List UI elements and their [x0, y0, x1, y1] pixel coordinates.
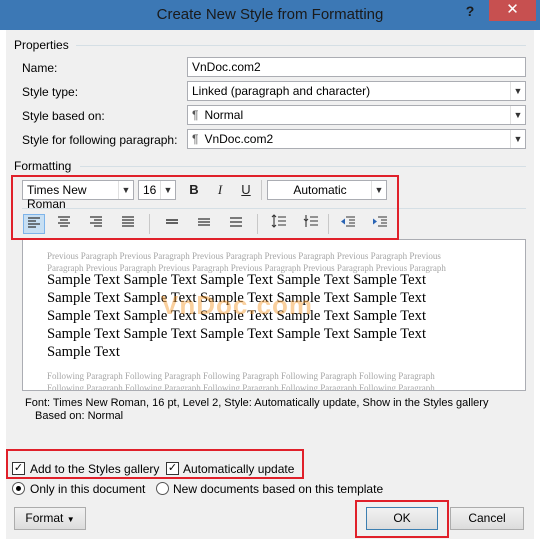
- formatting-group-label: Formatting: [14, 159, 72, 173]
- description-based-on: Based on: Normal: [35, 410, 124, 422]
- format-button[interactable]: Format ▼: [14, 507, 86, 530]
- properties-group-label: Properties: [14, 38, 69, 52]
- style-type-value: Linked (paragraph and character): [192, 84, 371, 98]
- format-button-label: Format: [25, 511, 64, 525]
- style-following-label: Style for following paragraph:: [22, 133, 178, 147]
- cancel-button[interactable]: Cancel: [450, 507, 524, 530]
- new-documents-label[interactable]: New documents based on this template: [173, 482, 383, 496]
- properties-divider: [76, 45, 526, 46]
- style-type-label: Style type:: [22, 85, 79, 99]
- new-documents-radio[interactable]: [156, 482, 169, 495]
- following-paragraph-text: Following Paragraph Following Paragraph …: [47, 371, 435, 391]
- highlight-box-formatting-toolbar: [11, 175, 399, 240]
- title-bar: Create New Style from Formatting ? ✕: [0, 0, 540, 30]
- name-input[interactable]: VnDoc.com2: [187, 57, 526, 77]
- style-type-select[interactable]: Linked (paragraph and character) ▼: [187, 81, 526, 101]
- style-following-value: VnDoc.com2: [204, 132, 274, 146]
- dialog-title: Create New Style from Formatting: [156, 6, 384, 23]
- style-preview: Previous Paragraph Previous Paragraph Pr…: [22, 239, 526, 391]
- style-based-on-select[interactable]: ¶ Normal ▼: [187, 105, 526, 125]
- dropdown-arrow-icon: ▼: [66, 515, 75, 524]
- only-this-document-radio[interactable]: [12, 482, 25, 495]
- chevron-down-icon[interactable]: ▼: [510, 130, 525, 148]
- description-line: Font: Times New Roman, 16 pt, Level 2, S…: [25, 397, 489, 409]
- style-description: Font: Times New Roman, 16 pt, Level 2, S…: [22, 394, 526, 452]
- dialog-body: Properties Name: VnDoc.com2 Style type: …: [6, 30, 534, 539]
- highlight-box-ok-button: [355, 500, 449, 538]
- paragraph-icon: ¶: [192, 108, 199, 122]
- name-label: Name:: [22, 61, 58, 75]
- style-based-on-value: Normal: [204, 108, 244, 122]
- only-this-document-label[interactable]: Only in this document: [30, 482, 145, 496]
- highlight-box-checkboxes: [6, 449, 304, 479]
- watermark-logo: VnDoc.com: [161, 290, 314, 320]
- close-button[interactable]: ✕: [489, 0, 536, 21]
- style-following-select[interactable]: ¶ VnDoc.com2 ▼: [187, 129, 526, 149]
- help-button[interactable]: ?: [462, 3, 478, 23]
- chevron-down-icon[interactable]: ▼: [510, 82, 525, 100]
- style-based-on-label: Style based on:: [22, 109, 105, 123]
- paragraph-icon: ¶: [192, 132, 199, 146]
- formatting-divider: [80, 166, 526, 167]
- chevron-down-icon[interactable]: ▼: [510, 106, 525, 124]
